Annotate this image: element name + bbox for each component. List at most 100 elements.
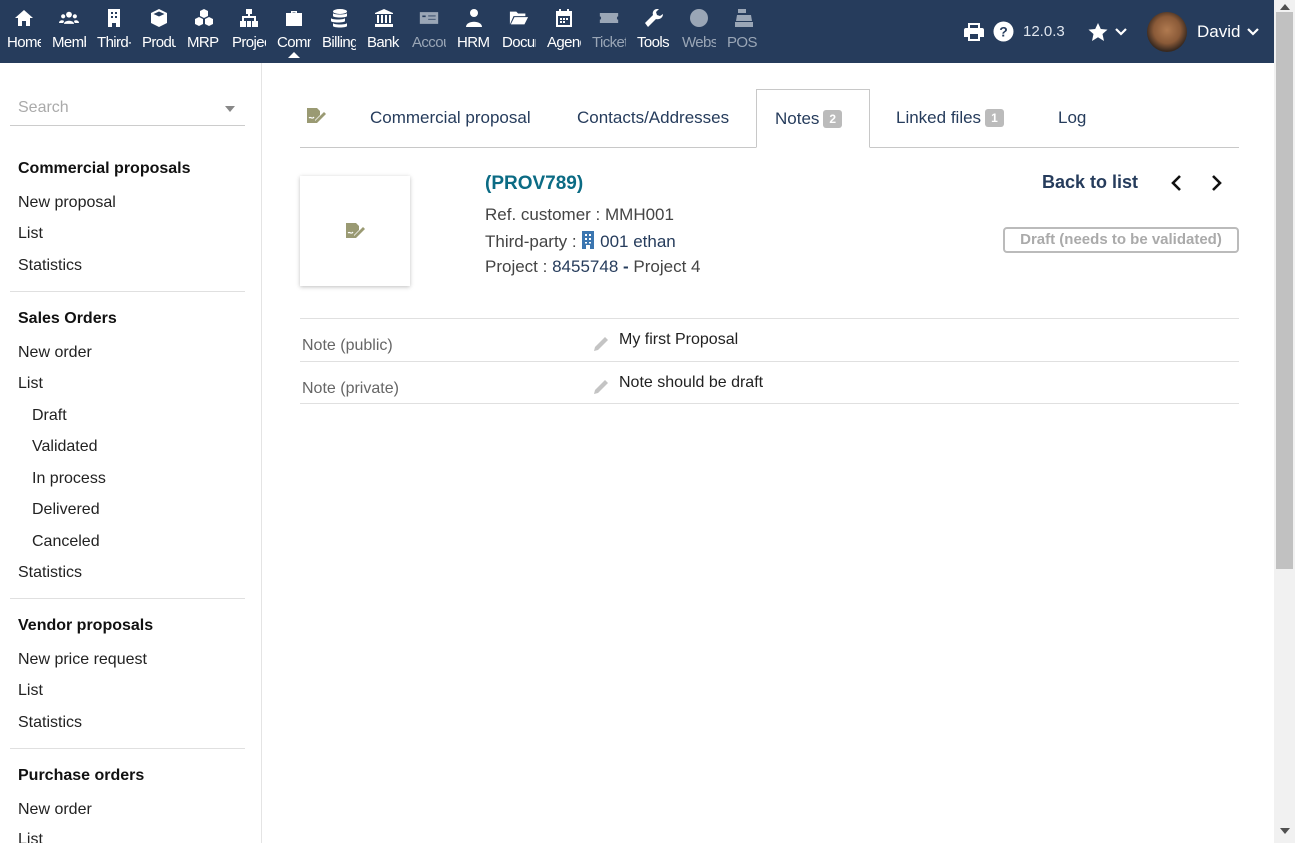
- tab-contacts-addresses[interactable]: Contacts/Addresses: [577, 89, 729, 148]
- note-row-private: Note (private) Note should be draft: [300, 361, 1239, 404]
- note-private-value: Note should be draft: [619, 374, 764, 391]
- edit-private-note-button[interactable]: [592, 378, 610, 401]
- sidebar-item-order-canceled[interactable]: Canceled: [32, 533, 100, 551]
- back-to-list-link[interactable]: Back to list: [1042, 172, 1138, 193]
- menu-tickets[interactable]: Tickets: [589, 8, 629, 58]
- bookmarks-button[interactable]: [1087, 0, 1127, 63]
- sidebar-item-order-list[interactable]: List: [18, 375, 43, 393]
- sidebar-item-order-statistics[interactable]: Statistics: [18, 564, 82, 582]
- calendar-icon: [544, 8, 584, 30]
- project-ref-link[interactable]: 8455748: [552, 257, 618, 276]
- sidebar-title-vendor-proposals[interactable]: Vendor proposals: [18, 617, 153, 635]
- menu-billing[interactable]: Billing: [319, 8, 359, 58]
- sidebar-item-order-draft[interactable]: Draft: [32, 407, 67, 425]
- menu-third-parties[interactable]: Third-parties: [94, 8, 134, 58]
- chevron-down-icon: [1115, 27, 1127, 36]
- menu-commercial[interactable]: Commercial: [274, 8, 314, 58]
- menu-label: HRM: [457, 34, 490, 51]
- coins-icon: [319, 8, 359, 30]
- menu-bank[interactable]: Bank: [364, 8, 404, 58]
- menu-members[interactable]: Members: [49, 8, 89, 58]
- proposal-icon: [307, 108, 326, 123]
- note-private-label: Note (private): [302, 380, 399, 397]
- menu-label: MRP: [187, 34, 219, 51]
- sidebar-item-proposal-list[interactable]: List: [18, 225, 43, 243]
- scroll-up-arrow[interactable]: [1280, 4, 1290, 10]
- edit-public-note-button[interactable]: [592, 335, 610, 358]
- tab-commercial-proposal[interactable]: Commercial proposal: [370, 89, 531, 148]
- menu-label: Members: [52, 34, 86, 51]
- vertical-scrollbar[interactable]: [1274, 0, 1295, 843]
- user-menu[interactable]: David: [1147, 0, 1260, 63]
- sidebar-item-new-proposal[interactable]: New proposal: [18, 194, 116, 212]
- menu-accounting[interactable]: Accounting: [409, 8, 449, 58]
- sidebar-item-purchase-list[interactable]: List: [18, 831, 43, 843]
- sidebar-item-new-purchase-order[interactable]: New order: [18, 801, 92, 819]
- sidebar-item-new-order[interactable]: New order: [18, 344, 92, 362]
- sidebar-item-new-price-request[interactable]: New price request: [18, 651, 147, 669]
- sidebar-title-sales-orders[interactable]: Sales Orders: [18, 310, 117, 328]
- third-party-link[interactable]: 001 ethan: [600, 232, 676, 251]
- left-sidebar: Commercial proposals New proposal List S…: [0, 63, 262, 843]
- menu-label: Agenda: [547, 34, 581, 51]
- search-dropdown-caret[interactable]: [225, 106, 235, 112]
- sidebar-title-purchase-orders[interactable]: Purchase orders: [18, 767, 144, 785]
- menu-tools[interactable]: Tools: [634, 8, 674, 58]
- tab-linked-files-label: Linked files: [896, 108, 982, 127]
- menu-projects[interactable]: Projects: [229, 8, 269, 58]
- scroll-down-arrow[interactable]: [1280, 828, 1290, 834]
- menu-label: Commercial: [277, 34, 311, 51]
- sidebar-item-vendor-statistics[interactable]: Statistics: [18, 714, 82, 732]
- home-icon: [4, 8, 44, 30]
- print-button[interactable]: [963, 0, 985, 63]
- menu-label: Products: [142, 34, 176, 51]
- note-public-label: Note (public): [302, 337, 393, 354]
- suitcase-icon: [274, 8, 314, 30]
- menu-pos[interactable]: POS: [724, 8, 764, 58]
- wrench-icon: [634, 8, 674, 30]
- sidebar-item-order-in-process[interactable]: In process: [32, 470, 106, 488]
- menu-agenda[interactable]: Agenda: [544, 8, 584, 58]
- menu-mrp[interactable]: MRP: [184, 8, 224, 58]
- sidebar-item-order-delivered[interactable]: Delivered: [32, 501, 100, 519]
- menu-label: Bank: [367, 34, 399, 51]
- tab-notes[interactable]: Notes 2: [756, 89, 870, 148]
- menu-hrm[interactable]: HRM: [454, 8, 494, 58]
- money-check-icon: [409, 8, 449, 30]
- tab-notes-label: Notes: [775, 109, 820, 128]
- menu-label: Tickets: [592, 34, 626, 51]
- menu-label: Billing: [322, 34, 356, 51]
- proposal-icon: [346, 223, 365, 238]
- sidebar-item-order-validated[interactable]: Validated: [32, 438, 98, 456]
- help-button[interactable]: ?: [993, 0, 1014, 63]
- svg-text:?: ?: [999, 24, 1008, 40]
- menu-label: Projects: [232, 34, 266, 51]
- tab-linked-files[interactable]: Linked files 1: [896, 89, 1004, 148]
- next-record-button[interactable]: [1210, 174, 1224, 197]
- search-input[interactable]: [10, 95, 210, 117]
- sidebar-title-commercial-proposals[interactable]: Commercial proposals: [18, 160, 191, 178]
- record-ref: (PROV789): [485, 173, 584, 194]
- ref-customer-value: MMH001: [605, 205, 674, 224]
- tab-log[interactable]: Log: [1058, 89, 1086, 148]
- project-name: Project 4: [633, 257, 701, 276]
- menu-home[interactable]: Home: [4, 8, 44, 58]
- help-icon: ?: [993, 21, 1014, 42]
- chevron-left-icon: [1171, 175, 1181, 191]
- third-party-line: Third-party : 001 ethan: [485, 231, 676, 252]
- members-icon: [49, 8, 89, 30]
- menu-label: Documents: [502, 34, 536, 51]
- project-separator: -: [623, 257, 629, 276]
- sidebar-item-vendor-list[interactable]: List: [18, 682, 43, 700]
- menu-website[interactable]: Website: [679, 8, 719, 58]
- previous-record-button[interactable]: [1169, 174, 1183, 197]
- tab-proposal-icon[interactable]: [305, 89, 327, 148]
- menu-products[interactable]: Products: [139, 8, 179, 58]
- sidebar-item-proposal-statistics[interactable]: Statistics: [18, 257, 82, 275]
- scrollbar-thumb[interactable]: [1276, 12, 1293, 569]
- cubes-icon: [184, 8, 224, 30]
- search-box[interactable]: [10, 95, 245, 126]
- menu-documents[interactable]: Documents: [499, 8, 539, 58]
- note-public-value: My first Proposal: [619, 331, 739, 348]
- menu-label: POS: [727, 34, 757, 51]
